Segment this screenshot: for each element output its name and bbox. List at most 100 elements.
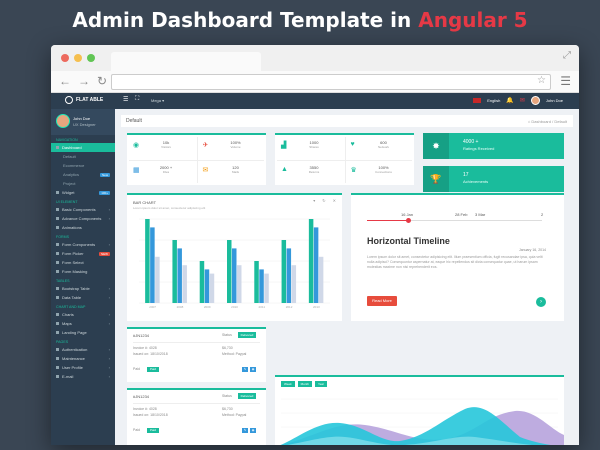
read-more-button[interactable]: Read More — [367, 296, 397, 306]
sidebar-profile[interactable]: John Doe UX Designer — [51, 109, 115, 135]
sidebar-item-basic-components[interactable]: Basic Components › — [51, 205, 115, 214]
sidebar-item-bootstrap-table[interactable]: Bootstrap Table › — [51, 284, 115, 293]
area-chart-panel: Week Month Year — [275, 375, 564, 445]
maximize-dot[interactable] — [87, 54, 95, 62]
sidebar-item-label: Charts — [62, 312, 74, 317]
sidebar-item-animations[interactable]: Animations — [51, 223, 115, 232]
paid-label: Paid — [133, 367, 141, 371]
sidebar-item-maps[interactable]: Maps › — [51, 319, 115, 328]
bar[interactable] — [259, 269, 264, 303]
header-avatar[interactable] — [530, 96, 540, 105]
sidebar-item-form-masking[interactable]: Form Masking — [51, 267, 115, 276]
sidebar-item-maintenance[interactable]: Maintenance › — [51, 354, 115, 363]
language-label[interactable]: English — [487, 98, 500, 103]
x-tick-label: 2007 — [149, 305, 156, 309]
order-status-label: Status — [222, 333, 232, 337]
timeline-label[interactable]: 16 Jan — [401, 212, 413, 217]
mega-dropdown[interactable]: Mega ▾ — [151, 98, 164, 103]
forward-icon[interactable]: → — [78, 74, 90, 88]
sidebar-item-e-mail[interactable]: E-mail › — [51, 372, 115, 381]
sidebar-item-landing-page[interactable]: Landing Page — [51, 328, 115, 337]
sidebar-item-project[interactable]: Project — [51, 179, 115, 188]
bar[interactable] — [227, 240, 232, 303]
sidebar-item-dashboard[interactable]: Dashboard — [51, 143, 115, 152]
url-bar[interactable]: ☆ — [111, 74, 551, 90]
profile-avatar[interactable] — [56, 114, 70, 128]
browser-tab[interactable] — [111, 52, 261, 71]
sidebar-item-advance-components[interactable]: Advance Components › — [51, 214, 115, 223]
thumbs-up-icon: ♥ — [350, 141, 355, 148]
breadcrumb-path[interactable]: ⌂ Dashboard / Default — [528, 119, 567, 124]
hamburger-icon[interactable]: ☰ — [123, 96, 128, 103]
bar[interactable] — [145, 219, 150, 303]
browser-menu-icon[interactable]: ☰ — [560, 74, 571, 88]
fullscreen-icon[interactable]: ⛶ — [135, 96, 139, 103]
bar[interactable] — [204, 269, 210, 303]
sidebar-item-data-table[interactable]: Data Table › — [51, 293, 115, 302]
back-icon[interactable]: ← — [59, 74, 71, 88]
timeline-label[interactable]: 2 — [541, 212, 543, 217]
sidebar-item-label: Analytics — [63, 172, 80, 177]
sidebar-item-analytics[interactable]: Analytics New — [51, 170, 115, 179]
sidebar-item-user-profile[interactable]: User Profile › — [51, 363, 115, 372]
bar[interactable] — [182, 265, 187, 303]
bar[interactable] — [177, 248, 182, 303]
timeline-current-dot[interactable] — [406, 218, 411, 223]
stat-label: Returns — [308, 170, 320, 174]
sidebar-item-ecommerce[interactable]: Ecommerce — [51, 161, 115, 170]
bar[interactable] — [150, 227, 155, 303]
bar[interactable] — [308, 219, 314, 303]
sidebar-item-widget[interactable]: Widget 100+ — [51, 188, 115, 197]
bar[interactable] — [264, 273, 269, 303]
collapse-icon[interactable]: ▾ — [313, 198, 315, 203]
browser-navbar: ← → ↻ ☆ ☰ — [51, 71, 579, 93]
bar[interactable] — [237, 265, 242, 303]
sidebar-item-authentication[interactable]: Authentication › — [51, 345, 115, 354]
ratings-card: ✸ 4000 + Ratings Received — [423, 133, 564, 159]
sidebar-section-label: UI Element — [51, 197, 115, 205]
next-arrow-icon[interactable]: › — [536, 297, 546, 307]
sidebar-item-form-select[interactable]: Form Select — [51, 258, 115, 267]
minimize-dot[interactable] — [74, 54, 82, 62]
timeline-panel: 16 Jan 28 Feb 3 Mar 2 Horizontal Timelin… — [351, 193, 564, 321]
sidebar-item-default[interactable]: Default — [51, 152, 115, 161]
language-flag-icon[interactable] — [473, 98, 482, 103]
bar[interactable] — [291, 265, 297, 303]
expand-icon[interactable]: ⤢ — [563, 50, 571, 61]
bar[interactable] — [209, 273, 215, 303]
timeline-label[interactable]: 3 Mar — [475, 212, 485, 217]
bar[interactable] — [313, 227, 319, 303]
sidebar-item-charts[interactable]: Charts › — [51, 310, 115, 319]
bar[interactable] — [286, 248, 292, 303]
header-username[interactable]: John Doe — [546, 98, 563, 103]
bar[interactable] — [199, 261, 205, 303]
chevron-right-icon: › — [108, 295, 110, 300]
bar[interactable] — [155, 256, 160, 303]
refresh-icon[interactable]: ↻ — [322, 198, 325, 203]
menu-bullet-icon — [56, 331, 59, 334]
view-icon[interactable]: ◉ — [250, 367, 256, 372]
close-dot[interactable] — [61, 54, 69, 62]
stat-label: Mails — [231, 170, 239, 174]
edit-icon[interactable]: ✎ — [242, 428, 248, 433]
bar[interactable] — [172, 240, 177, 303]
menu-bullet-icon — [56, 375, 59, 378]
bookmark-star-icon[interactable]: ☆ — [537, 75, 546, 86]
bar[interactable] — [254, 261, 259, 303]
timeline-label[interactable]: 28 Feb — [455, 212, 467, 217]
edit-icon[interactable]: ✎ — [242, 367, 248, 372]
sidebar-item-label: Form Masking — [62, 269, 88, 274]
reload-icon[interactable]: ↻ — [97, 74, 107, 88]
chevron-right-icon: › — [108, 312, 110, 317]
logo[interactable]: FLAT ABLE — [65, 96, 103, 104]
trophy-icon: ♛ — [350, 167, 357, 174]
sidebar-item-form-picker[interactable]: Form Picker NEW — [51, 249, 115, 258]
chat-icon[interactable]: ✉ — [520, 97, 525, 104]
notification-bell-icon[interactable]: 🔔 — [506, 97, 513, 104]
view-icon[interactable]: ◉ — [250, 428, 256, 433]
bar[interactable] — [281, 240, 287, 303]
sidebar-item-form-components[interactable]: Form Components › — [51, 240, 115, 249]
bar[interactable] — [232, 248, 237, 303]
bar[interactable] — [318, 256, 324, 303]
close-icon[interactable]: ✕ — [333, 198, 336, 203]
